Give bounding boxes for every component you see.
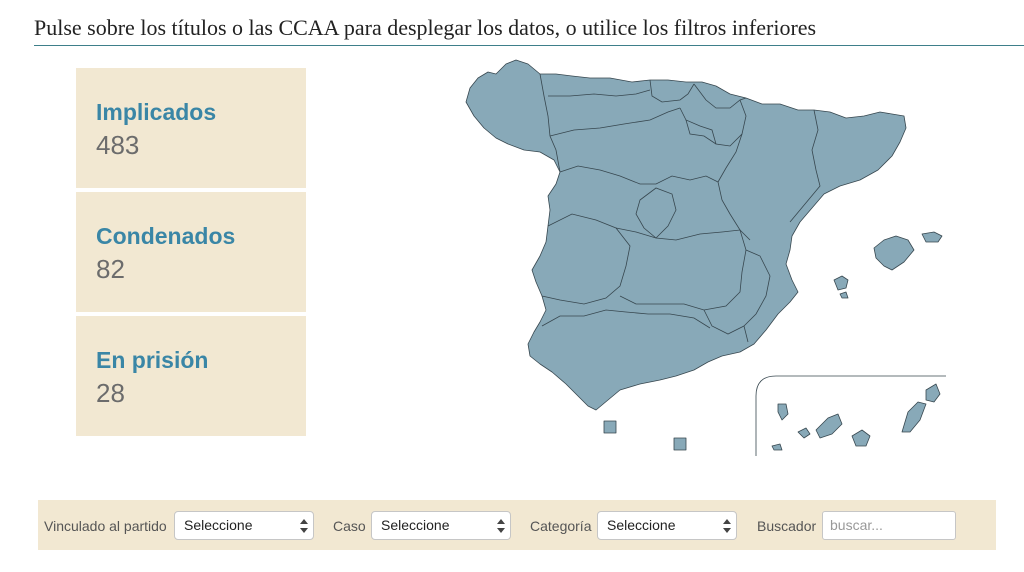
stat-card-en-prision[interactable]: En prisión 28 xyxy=(76,316,306,436)
fuerteventura[interactable] xyxy=(901,401,927,433)
page-instruction: Pulse sobre los títulos o las CCAA para … xyxy=(34,14,1024,46)
el-hierro[interactable] xyxy=(771,443,783,451)
peninsula-outline[interactable] xyxy=(465,59,907,411)
stat-label-en-prision[interactable]: En prisión xyxy=(96,346,306,374)
filter-label-buscador: Buscador xyxy=(757,518,817,534)
select-partido[interactable]: Seleccione xyxy=(174,511,314,540)
stat-card-condenados[interactable]: Condenados 82 xyxy=(76,192,306,312)
select-caso-value: Seleccione xyxy=(381,517,450,533)
spain-map-svg[interactable] xyxy=(460,50,960,470)
lanzarote[interactable] xyxy=(925,383,941,403)
stat-label-condenados[interactable]: Condenados xyxy=(96,222,306,250)
stat-value-implicados: 483 xyxy=(96,130,140,160)
stat-value-en-prision: 28 xyxy=(96,378,125,408)
select-categoria[interactable]: Seleccione xyxy=(597,511,737,540)
select-arrows-icon xyxy=(497,518,505,534)
ibiza[interactable] xyxy=(833,275,849,291)
select-arrows-icon xyxy=(723,518,731,534)
search-input[interactable]: buscar... xyxy=(822,511,956,540)
tenerife[interactable] xyxy=(815,413,843,439)
spain-map[interactable] xyxy=(460,50,960,470)
stat-card-implicados[interactable]: Implicados 483 xyxy=(76,68,306,188)
select-arrows-icon xyxy=(300,518,308,534)
formentera[interactable] xyxy=(839,291,849,299)
filter-label-categoria: Categoría xyxy=(530,518,592,534)
filter-label-partido: Vinculado al partido xyxy=(44,518,167,534)
select-partido-value: Seleccione xyxy=(184,517,253,533)
melilla[interactable] xyxy=(673,437,687,451)
select-caso[interactable]: Seleccione xyxy=(371,511,511,540)
la-gomera[interactable] xyxy=(797,427,811,439)
gran-canaria[interactable] xyxy=(851,429,871,447)
filter-label-caso: Caso xyxy=(333,518,366,534)
filters-bar: Vinculado al partido Seleccione Caso Sel… xyxy=(38,500,996,550)
stat-value-condenados: 82 xyxy=(96,254,125,284)
stat-label-implicados[interactable]: Implicados xyxy=(96,98,306,126)
menorca[interactable] xyxy=(921,231,943,243)
select-categoria-value: Seleccione xyxy=(607,517,676,533)
mallorca[interactable] xyxy=(873,235,915,271)
la-palma[interactable] xyxy=(777,403,789,421)
ceuta[interactable] xyxy=(603,420,617,434)
